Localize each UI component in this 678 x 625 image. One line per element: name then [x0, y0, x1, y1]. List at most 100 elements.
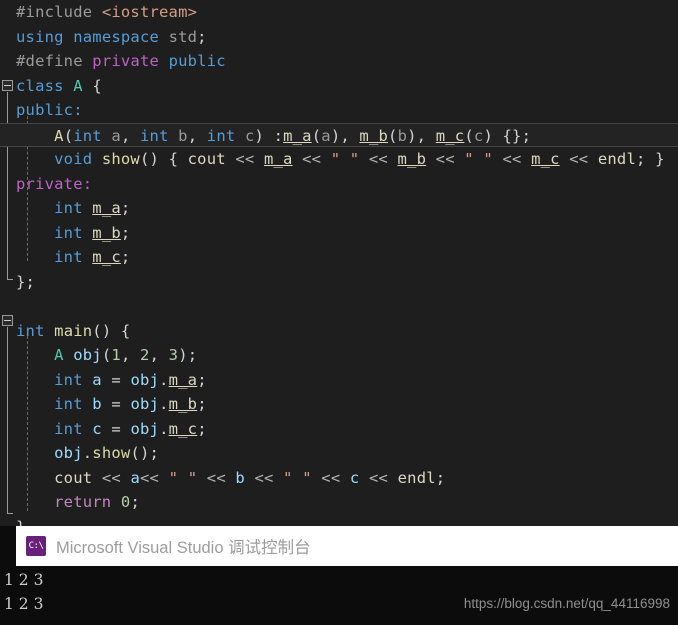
token-shift: <<: [321, 468, 341, 487]
token-init-m-a: m_a: [283, 126, 312, 145]
token-namespace: namespace: [73, 27, 160, 46]
code-line-call-show[interactable]: obj.show();: [0, 441, 678, 466]
token-var-c: c: [92, 419, 102, 438]
token-kw-return: return: [54, 493, 112, 511]
code-line-constructor[interactable]: A(int a, int b, int c) :m_a(a), m_b(b), …: [0, 122, 678, 147]
token-cout: cout: [54, 468, 93, 487]
token-kw-int: int: [16, 321, 45, 340]
token-dot: .: [159, 395, 169, 413]
token-paren: (: [63, 126, 74, 145]
token-kw-int: int: [206, 126, 236, 145]
code-line-obj-decl[interactable]: A obj(1, 2, 3);: [0, 343, 678, 368]
code-line-define[interactable]: #define private public: [0, 49, 678, 74]
token-shift: <<: [569, 150, 589, 168]
cmd-console-icon-label: C:\: [28, 540, 44, 551]
token-m-b: m_b: [397, 150, 427, 168]
token-comma: ,: [149, 346, 169, 364]
token-access-public: public:: [16, 101, 83, 119]
token-semicolon: ;: [197, 27, 207, 46]
token-shift: <<: [101, 468, 121, 487]
code-line-private[interactable]: private:: [0, 172, 678, 197]
code-line-class-close[interactable]: };: [0, 270, 678, 295]
token-kw-int: int: [54, 395, 83, 413]
code-line-assign-a[interactable]: int a = obj.m_a;: [0, 368, 678, 393]
token-arg-c: c: [473, 126, 484, 145]
token-init-m-c: m_c: [435, 126, 465, 145]
code-line-return[interactable]: return 0;: [0, 490, 678, 515]
token-paren-close: ),: [407, 126, 436, 145]
token-str-space: " ": [283, 468, 312, 487]
token-endl: endl: [397, 468, 436, 487]
token-comma: ,: [120, 346, 141, 364]
token-num-2: 2: [140, 346, 150, 364]
token-kw-int: int: [54, 419, 83, 438]
token-cout: cout: [187, 150, 226, 168]
console-title: Microsoft Visual Studio 调试控制台: [56, 539, 311, 557]
token-equals: =: [101, 395, 131, 413]
code-line-using[interactable]: using namespace std;: [0, 25, 678, 50]
token-fn-show: show: [92, 444, 131, 462]
token-semicolon: ;: [120, 223, 131, 242]
token-ctor-a: A: [54, 126, 64, 145]
token-shift: <<: [368, 150, 388, 168]
code-line-member-m-b[interactable]: int m_b;: [0, 221, 678, 246]
code-line-assign-c[interactable]: int c = obj.m_c;: [0, 417, 678, 442]
code-line-main[interactable]: int main() {: [0, 319, 678, 344]
token-param-b: b: [178, 126, 188, 145]
token-num-0: 0: [120, 493, 131, 511]
token-fn-main: main: [54, 321, 93, 340]
token-include-header: <iostream>: [101, 3, 198, 21]
console-titlebar[interactable]: C:\ Microsoft Visual Studio 调试控制台: [16, 526, 678, 566]
token-semicolon: ;: [435, 468, 446, 487]
token-paren: (: [388, 126, 398, 145]
token-semicolon: ;: [197, 395, 207, 413]
token-obj: obj: [54, 444, 83, 462]
token-var-a: a: [92, 370, 102, 389]
token-shift: <<: [369, 468, 389, 487]
code-line-class-a[interactable]: class A {: [0, 74, 678, 99]
code-line-cout[interactable]: cout << a<< " " << b << " " << c << endl…: [0, 466, 678, 491]
code-line-member-m-c[interactable]: int m_c;: [0, 245, 678, 270]
token-dot: .: [159, 370, 169, 389]
token-param-a: a: [111, 126, 121, 145]
code-editor[interactable]: #include <iostream> using namespace std;…: [0, 0, 678, 536]
code-line-blank[interactable]: [0, 294, 678, 319]
token-kw-int: int: [54, 370, 83, 389]
code-line-include[interactable]: #include <iostream>: [0, 0, 678, 25]
code-line-public[interactable]: public:: [0, 98, 678, 123]
token-dot: .: [82, 444, 93, 462]
code-line-member-m-a[interactable]: int m_a;: [0, 196, 678, 221]
token-parens: () {: [139, 150, 188, 168]
code-line-assign-b[interactable]: int b = obj.m_b;: [0, 392, 678, 417]
watermark: https://blog.csdn.net/qq_44116998: [463, 596, 670, 611]
token-str-space: " ": [464, 150, 493, 168]
token-semicolon: ;: [120, 248, 131, 266]
code-line-show[interactable]: void show() { cout << m_a << " " << m_b …: [0, 147, 678, 172]
token-shift: <<: [254, 468, 274, 487]
token-paren: (: [311, 126, 322, 145]
